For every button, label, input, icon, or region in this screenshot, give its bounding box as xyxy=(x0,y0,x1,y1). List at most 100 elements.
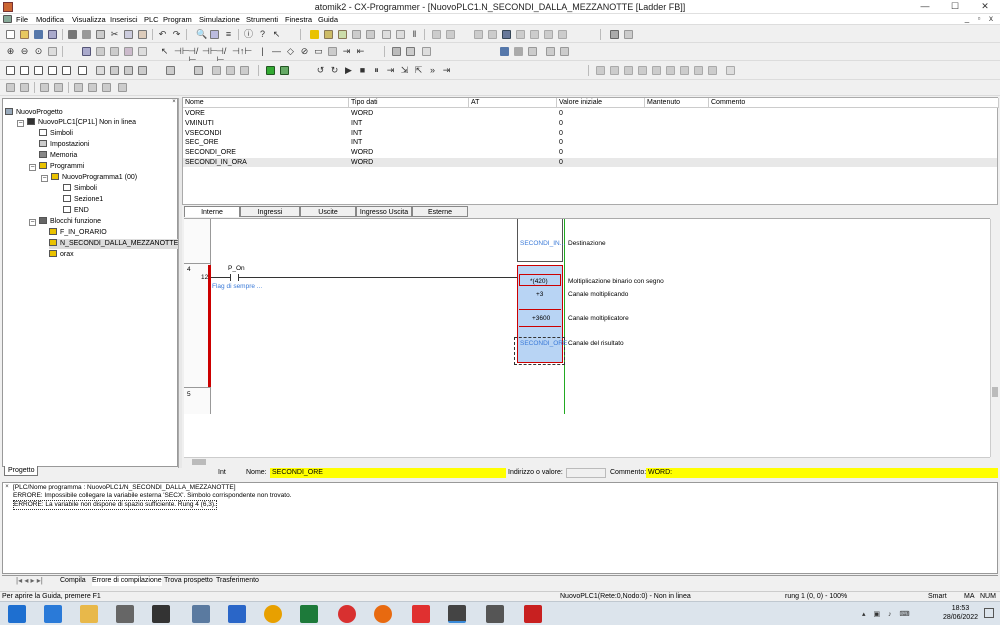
st-repeat-icon[interactable] xyxy=(652,66,661,75)
system-tray-icons[interactable]: ▴ ▣ ♪ ⌨ xyxy=(862,610,922,618)
tree-section1[interactable]: Sezione1 xyxy=(63,195,103,205)
page-setup-icon[interactable] xyxy=(96,30,105,39)
sim-undo-icon[interactable]: ↺ xyxy=(316,66,325,75)
table-cell[interactable]: 0 xyxy=(559,129,563,138)
undo-icon[interactable]: ↶ xyxy=(158,30,167,39)
output-line[interactable]: ERRORE: Impossibile collegare la variabi… xyxy=(13,492,292,500)
nc-coil-icon[interactable]: ⊘ xyxy=(300,47,309,56)
tab-ingressi[interactable]: Ingressi xyxy=(240,206,300,217)
tree-program-symbols[interactable]: Simboli xyxy=(63,184,97,194)
table-cell[interactable]: VSECONDI xyxy=(185,129,222,138)
tree-expander-fblocks[interactable]: − xyxy=(29,219,36,226)
sim-redo-icon[interactable]: ↻ xyxy=(330,66,339,75)
print-icon[interactable] xyxy=(68,30,77,39)
sim-step-in-icon[interactable]: ⇥ xyxy=(386,66,395,75)
cx-programmer-icon[interactable] xyxy=(448,605,466,623)
sfc-jump-icon[interactable] xyxy=(74,83,83,92)
table-cell[interactable]: WORD xyxy=(351,148,373,157)
mnemonic-view-icon[interactable] xyxy=(20,66,29,75)
paste-icon[interactable] xyxy=(138,30,147,39)
no-contact-icon[interactable]: ⊣⊢ xyxy=(174,47,190,56)
download-icon[interactable] xyxy=(124,66,133,75)
compare-plc-icon[interactable] xyxy=(138,66,147,75)
ladder-vscrollbar[interactable] xyxy=(990,219,998,457)
save-icon[interactable] xyxy=(34,30,43,39)
upload-icon[interactable] xyxy=(110,66,119,75)
open-icon[interactable] xyxy=(20,30,29,39)
table-cell[interactable]: INT xyxy=(351,119,362,128)
tree-fb-orax[interactable]: orax xyxy=(49,250,74,260)
nc-contact-icon[interactable]: ⊣/⊢ xyxy=(188,47,198,65)
pdf-icon[interactable] xyxy=(524,605,542,623)
menu-strumenti[interactable]: Strumenti xyxy=(246,15,278,24)
tab-uscite[interactable]: Uscite xyxy=(300,206,356,217)
col-mantenuto[interactable]: Mantenuto xyxy=(645,98,709,108)
sim-step-out-icon[interactable]: ⇱ xyxy=(414,66,423,75)
select-icon[interactable]: ↖ xyxy=(160,47,169,56)
force-cancel-icon[interactable] xyxy=(240,66,249,75)
minimize-button[interactable]: — xyxy=(910,0,940,14)
compare-icon[interactable] xyxy=(366,30,375,39)
symbol-table-icon[interactable] xyxy=(82,47,91,56)
comment-field[interactable]: WORD: xyxy=(646,468,998,478)
sfc-qualifier-icon[interactable] xyxy=(102,83,111,92)
address-ref-icon[interactable] xyxy=(546,47,555,56)
fb-input-icon[interactable]: ⇥ xyxy=(342,47,351,56)
table-cell[interactable]: 0 xyxy=(559,109,563,118)
table-row[interactable]: VORE WORD 0 xyxy=(183,109,997,118)
tree-plc[interactable]: NuovoPLC1[CP1L] Non in linea xyxy=(27,118,136,128)
menu-visualizza[interactable]: Visualizza xyxy=(72,15,106,24)
redo-icon[interactable]: ↷ xyxy=(172,30,181,39)
st-for-icon[interactable] xyxy=(610,66,619,75)
output-tab-trasferimento[interactable]: Trasferimento xyxy=(216,576,259,586)
fb-output-icon[interactable]: ⇤ xyxy=(356,47,365,56)
tree-fb-in-orario[interactable]: F_IN_ORARIO xyxy=(49,228,107,238)
new-section-icon[interactable] xyxy=(78,66,87,75)
menu-simulazione[interactable]: Simulazione xyxy=(199,15,240,24)
show-comments-icon[interactable] xyxy=(110,47,119,56)
st-view-icon[interactable] xyxy=(34,66,43,75)
tree-project[interactable]: NuovoProgetto xyxy=(5,108,63,118)
sim-stop-icon[interactable]: ■ xyxy=(358,66,367,75)
tree-close-icon[interactable]: × xyxy=(171,99,177,105)
st-case-icon[interactable] xyxy=(638,66,647,75)
table-cell[interactable]: WORD xyxy=(351,109,373,118)
new-fb-icon[interactable] xyxy=(62,66,71,75)
start-icon[interactable] xyxy=(8,605,26,623)
tab-progetto[interactable]: Progetto xyxy=(4,466,38,476)
col-at[interactable]: AT xyxy=(469,98,557,108)
ladder-hscrollbar[interactable] xyxy=(184,457,990,465)
table-cell[interactable]: 0 xyxy=(559,148,563,157)
st-exit-icon[interactable] xyxy=(666,66,675,75)
output-line-selected[interactable]: ERRORE: La variabile non dispone di spaz… xyxy=(13,500,217,510)
context-help-icon[interactable]: ↖ xyxy=(272,30,281,39)
coil-icon[interactable]: ◇ xyxy=(286,47,295,56)
show-address-icon[interactable] xyxy=(138,47,147,56)
tab-esterne[interactable]: Esterne xyxy=(412,206,468,217)
pulse-contact-icon[interactable]: ⊣↑⊢ xyxy=(232,47,252,56)
monitor-toggle-icon[interactable] xyxy=(266,66,275,75)
help-icon[interactable]: ? xyxy=(258,30,267,39)
menu-finestra[interactable]: Finestra xyxy=(285,15,312,24)
print-preview-icon[interactable] xyxy=(82,30,91,39)
cut-icon[interactable]: ✂ xyxy=(110,30,119,39)
output-line[interactable]: [PLC/Nome programma : NuovoPLC1/N_SECOND… xyxy=(13,484,236,492)
find-icon[interactable]: 🔍 xyxy=(196,30,207,39)
set-value-icon[interactable] xyxy=(226,66,235,75)
st-if-icon[interactable] xyxy=(596,66,605,75)
doc-icon[interactable] xyxy=(3,15,12,23)
tree-programs[interactable]: Programmi xyxy=(39,162,84,172)
hex-display-icon[interactable] xyxy=(166,66,175,75)
online-edit-icon[interactable] xyxy=(422,47,431,56)
run-mode-icon[interactable] xyxy=(382,30,391,39)
output-window-icon[interactable] xyxy=(514,47,523,56)
memory-icon[interactable] xyxy=(544,30,553,39)
output-tab-errore-compilazione[interactable]: Errore di compilazione xyxy=(92,576,162,586)
tree-program1[interactable]: NuovoProgramma1 (00) xyxy=(51,173,137,183)
col-valore-iniziale[interactable]: Valore iniziale xyxy=(557,98,645,108)
close-button[interactable]: ✕ xyxy=(970,0,1000,14)
sim-pause-icon[interactable]: ⏸ xyxy=(372,66,381,75)
tree-settings[interactable]: Impostazioni xyxy=(39,140,89,150)
contact-symbol[interactable]: P_On xyxy=(228,265,245,272)
table-cell[interactable]: SECONDI_IN_ORA xyxy=(185,158,247,167)
